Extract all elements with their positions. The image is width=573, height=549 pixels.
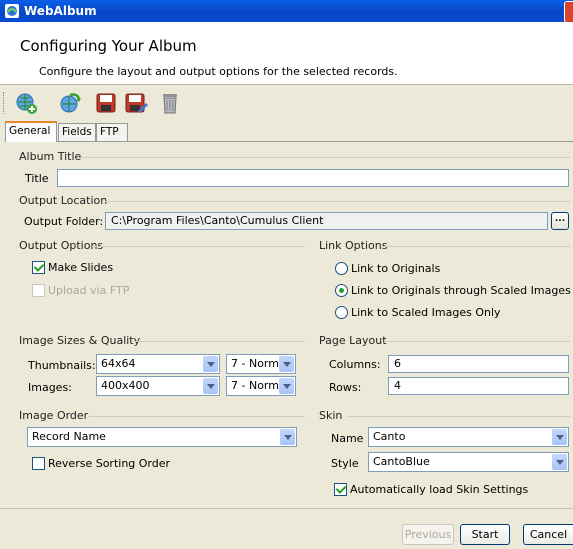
- output-options-section: Output Options: [19, 239, 104, 252]
- save-icon[interactable]: [94, 91, 118, 115]
- skin-name-label: Name: [331, 432, 364, 445]
- browse-button[interactable]: ...: [551, 212, 569, 230]
- radio-link-originals-scaled[interactable]: [335, 284, 348, 297]
- thumbnails-label: Thumbnails:: [28, 359, 96, 372]
- title-input[interactable]: [57, 169, 569, 187]
- skin-name-select[interactable]: Canto: [368, 427, 569, 447]
- section-divider: [92, 246, 305, 247]
- footer-bar: Previous Start Cancel: [0, 508, 573, 549]
- page-layout-section: Page Layout: [319, 334, 387, 347]
- section-divider: [384, 341, 570, 342]
- reverse-sort-checkbox[interactable]: [32, 457, 45, 470]
- chevron-down-icon[interactable]: [279, 378, 294, 394]
- app-icon: [5, 4, 19, 18]
- autoload-skin-label: Automatically load Skin Settings: [350, 483, 529, 496]
- images-quality-select[interactable]: 7 - Normal: [226, 376, 296, 396]
- album-title-section: Album Title: [19, 150, 82, 163]
- section-divider: [105, 201, 570, 202]
- images-size-value: 400x400: [101, 379, 150, 392]
- output-folder-field[interactable]: C:\Program Files\Canto\Cumulus Client: [105, 212, 548, 230]
- upload-ftp-label: Upload via FTP: [48, 284, 130, 297]
- radio-link-scaled-only[interactable]: [335, 306, 348, 319]
- image-order-value: Record Name: [32, 430, 106, 443]
- title-label: Title: [25, 172, 49, 185]
- link-originals-label: Link to Originals: [351, 262, 441, 275]
- section-divider: [80, 157, 570, 158]
- skin-name-value: Canto: [373, 430, 406, 443]
- columns-label: Columns:: [329, 358, 381, 371]
- make-slides-checkbox[interactable]: [32, 261, 45, 274]
- chevron-down-icon[interactable]: [203, 356, 218, 372]
- start-button[interactable]: Start: [460, 524, 510, 545]
- previous-button[interactable]: Previous: [402, 524, 454, 545]
- add-globe-icon[interactable]: [14, 91, 38, 115]
- radio-link-originals[interactable]: [335, 262, 348, 275]
- image-sizes-section: Image Sizes & Quality: [19, 334, 141, 347]
- upload-ftp-checkbox[interactable]: [32, 284, 45, 297]
- tab-ftp[interactable]: FTP: [96, 123, 128, 141]
- cancel-button[interactable]: Cancel: [523, 524, 573, 545]
- title-bar[interactable]: WebAlbum: [0, 0, 573, 23]
- output-location-section: Output Location: [19, 194, 108, 207]
- images-label: Images:: [28, 381, 72, 394]
- trash-icon[interactable]: [158, 91, 182, 115]
- make-slides-label: Make Slides: [48, 261, 114, 274]
- save-as-icon[interactable]: [124, 91, 148, 115]
- toolbar: [0, 85, 573, 119]
- window-title: WebAlbum: [24, 4, 97, 18]
- page-title: Configuring Your Album: [20, 37, 197, 55]
- thumbnails-size-value: 64x64: [101, 357, 136, 370]
- rows-label: Rows:: [329, 381, 362, 394]
- section-divider: [347, 416, 570, 417]
- link-options-section: Link Options: [319, 239, 388, 252]
- output-folder-label: Output Folder:: [24, 215, 104, 228]
- chevron-down-icon[interactable]: [280, 429, 295, 445]
- columns-input[interactable]: 6: [388, 355, 569, 373]
- chevron-down-icon[interactable]: [552, 454, 567, 470]
- section-divider: [134, 341, 305, 342]
- section-divider: [89, 416, 305, 417]
- chevron-down-icon[interactable]: [279, 356, 294, 372]
- images-size-select[interactable]: 400x400: [96, 376, 220, 396]
- tab-general[interactable]: General: [5, 121, 57, 142]
- page-subtitle: Configure the layout and output options …: [39, 65, 398, 78]
- rows-input[interactable]: 4: [388, 377, 569, 395]
- refresh-globe-icon[interactable]: [58, 91, 82, 115]
- close-button[interactable]: [564, 1, 573, 23]
- reverse-sort-label: Reverse Sorting Order: [48, 457, 171, 470]
- skin-style-label: Style: [331, 457, 359, 470]
- link-scaled-only-label: Link to Scaled Images Only: [351, 306, 501, 319]
- thumbnails-quality-select[interactable]: 7 - Normal: [226, 354, 296, 374]
- header-panel: Configuring Your Album Configure the lay…: [0, 22, 573, 85]
- section-divider: [384, 246, 570, 247]
- toolbar-grip[interactable]: [3, 92, 7, 114]
- thumbnails-size-select[interactable]: 64x64: [96, 354, 220, 374]
- image-order-section: Image Order: [19, 409, 89, 422]
- image-order-select[interactable]: Record Name: [27, 427, 297, 447]
- chevron-down-icon[interactable]: [552, 429, 567, 445]
- skin-style-value: CantoBlue: [373, 455, 430, 468]
- tab-fields[interactable]: Fields: [58, 123, 96, 141]
- autoload-skin-checkbox[interactable]: [334, 483, 347, 496]
- skin-section: Skin: [319, 409, 343, 422]
- chevron-down-icon[interactable]: [203, 378, 218, 394]
- link-originals-scaled-label: Link to Originals through Scaled Images: [351, 284, 571, 297]
- skin-style-select[interactable]: CantoBlue: [368, 452, 569, 472]
